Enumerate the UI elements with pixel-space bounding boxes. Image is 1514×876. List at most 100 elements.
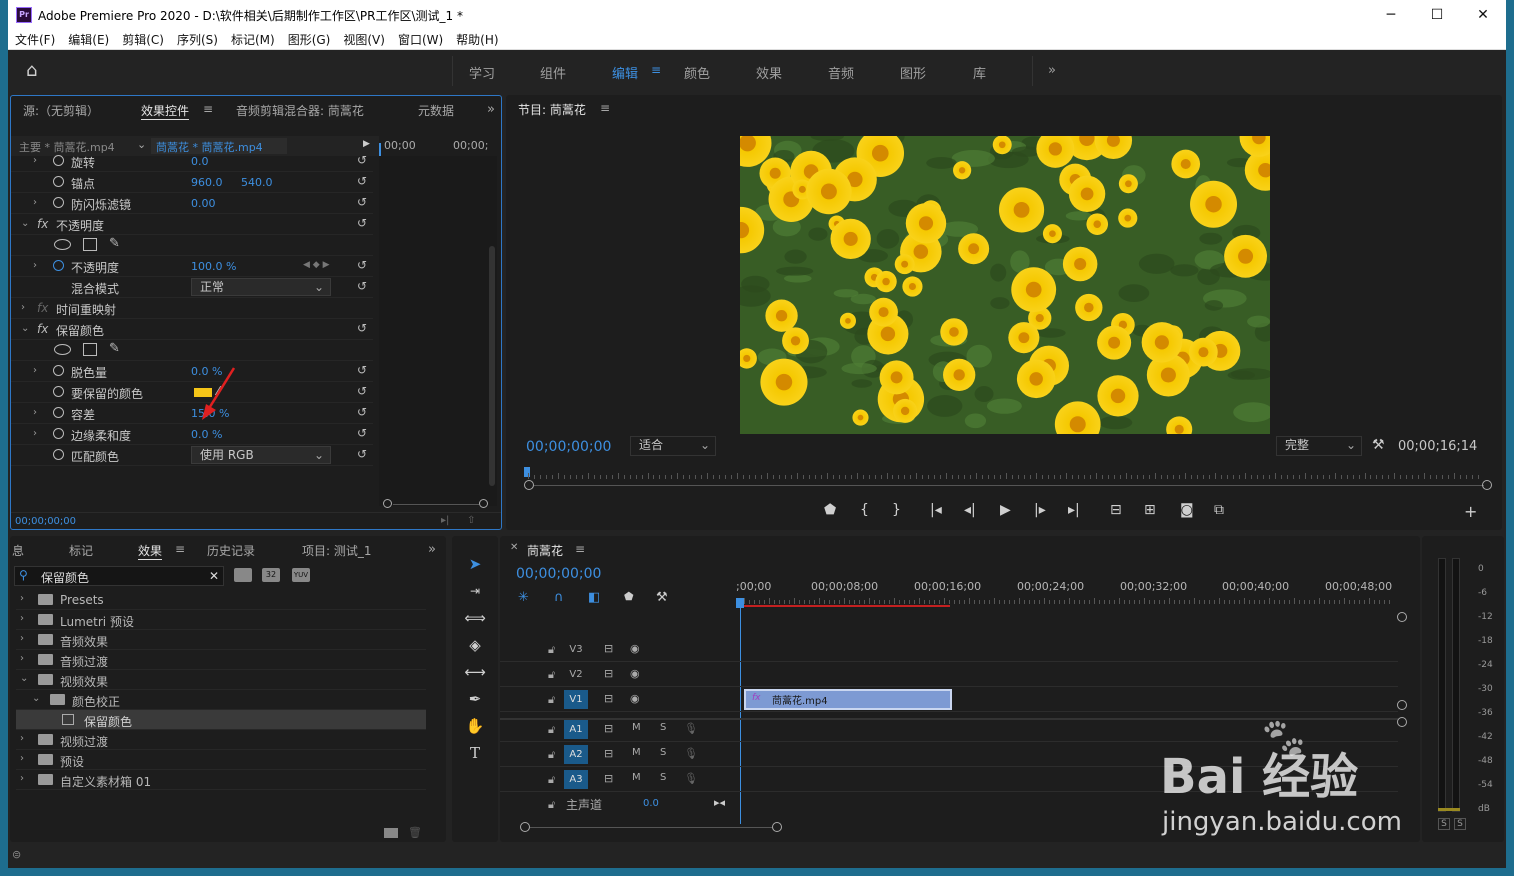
stopwatch-icon[interactable] [53, 386, 64, 397]
workspace-more-icon[interactable]: » [1048, 63, 1056, 78]
chevron-down-icon[interactable]: ⌄ [137, 138, 146, 151]
tab-info[interactable]: 息 [12, 542, 24, 559]
reset-icon[interactable]: ↺ [357, 195, 367, 209]
menu-sequence[interactable]: 序列(S) [177, 30, 218, 50]
reset-icon[interactable]: ↺ [357, 405, 367, 419]
stopwatch-icon[interactable] [53, 407, 64, 418]
reset-icon[interactable]: ↺ [357, 153, 367, 167]
tree-item-leave-color[interactable]: 保留颜色 [16, 710, 426, 730]
tree-item-video-transitions[interactable]: › 视频过渡 [16, 730, 426, 750]
blend-mode-dropdown[interactable]: 正常 ⌄ [191, 278, 331, 296]
32bit-effects-icon[interactable]: 32 [262, 568, 280, 582]
reset-icon[interactable]: ↺ [357, 174, 367, 188]
tab-effect-controls[interactable]: 效果控件 [141, 102, 190, 120]
delete-icon[interactable]: 🗑 [408, 826, 422, 839]
ripple-edit-tool-icon[interactable]: ⟺ [460, 606, 490, 630]
timeline-zoom-bar[interactable] [520, 821, 782, 833]
workspace-libraries[interactable]: 库 [973, 63, 986, 82]
lift-icon[interactable]: ⊟ [1110, 502, 1122, 518]
close-sequence-icon[interactable]: ✕ [510, 542, 518, 553]
workspace-menu-icon[interactable]: ≡ [651, 63, 661, 77]
mute-button[interactable]: M [632, 722, 641, 733]
maximize-button[interactable]: ☐ [1422, 4, 1452, 26]
sequence-tab[interactable]: 茼蒿花 [527, 542, 563, 559]
pen-tool-icon[interactable]: ✒ [460, 687, 490, 711]
effects-search-input[interactable]: ⚲ 保留颜色 ✕ [14, 566, 224, 586]
tab-menu-icon[interactable]: ≡ [175, 542, 185, 556]
sync-lock-icon[interactable]: ⊟ [604, 667, 613, 680]
stopwatch-icon[interactable] [53, 449, 64, 460]
solo-right-button[interactable]: S [1454, 818, 1466, 830]
video-clip[interactable]: fx 茼蒿花.mp4 [744, 689, 952, 710]
eye-icon[interactable]: ◉ [630, 642, 640, 655]
rectangle-mask-icon[interactable] [83, 238, 97, 251]
mark-in-icon[interactable]: { [860, 502, 869, 518]
menu-file[interactable]: 文件(F) [15, 30, 55, 50]
quality-dropdown[interactable]: 完整 ⌄ [1276, 436, 1362, 456]
tab-audio-clip-mixer[interactable]: 音频剪辑混合器: 茼蒿花 [236, 102, 364, 119]
workspace-assembly[interactable]: 组件 [540, 63, 566, 82]
program-menu-icon[interactable]: ≡ [600, 101, 610, 115]
eye-icon[interactable]: ◉ [630, 692, 640, 705]
panel-more-icon[interactable]: » [487, 102, 495, 117]
menu-edit[interactable]: 编辑(E) [68, 30, 109, 50]
tree-item-lumetri-presets[interactable]: › Lumetri 预设 [16, 610, 426, 630]
program-title[interactable]: 节目: 茼蒿花 [518, 101, 586, 118]
v-scroll-handle-mid[interactable] [1397, 700, 1407, 710]
rectangle-mask-icon[interactable] [83, 343, 97, 356]
razor-tool-icon[interactable]: ◈ [460, 633, 490, 657]
effect-leave-color[interactable]: ⌄ fx 保留颜色 ↺ [11, 319, 373, 340]
effect-opacity[interactable]: ⌄ fx 不透明度 ↺ [11, 214, 373, 235]
prev-keyframe-icon[interactable]: ◀ ◆ ▶ [303, 260, 330, 270]
mute-button[interactable]: M [632, 747, 641, 758]
go-to-in-icon[interactable]: |◂ [930, 502, 942, 518]
type-tool-icon[interactable]: T [460, 741, 490, 765]
mute-button[interactable]: M [632, 772, 641, 783]
ec-zoom-bar[interactable] [383, 497, 491, 511]
reset-icon[interactable]: ↺ [357, 258, 367, 272]
microphone-icon[interactable]: 🎙︎ [684, 772, 698, 785]
tab-project[interactable]: 项目: 测试_1 [302, 542, 372, 559]
workspace-graphics[interactable]: 图形 [900, 63, 926, 82]
tree-item-audio-effects[interactable]: › 音频效果 [16, 630, 426, 650]
lock-icon[interactable]: 🔓︎ [548, 723, 555, 737]
extract-icon[interactable]: ⊞ [1144, 502, 1156, 518]
sequence-menu-icon[interactable]: ≡ [575, 542, 585, 556]
tree-item-video-effects[interactable]: ⌄ 视频效果 [16, 670, 426, 690]
stopwatch-icon[interactable] [53, 365, 64, 376]
microphone-icon[interactable]: 🎙︎ [684, 747, 698, 760]
export-icon[interactable]: ⇧ [467, 515, 475, 526]
go-to-end-icon[interactable]: ▸◂ [714, 796, 725, 809]
tab-source[interactable]: 源:（无剪辑） [23, 102, 99, 119]
stopwatch-icon[interactable] [53, 176, 64, 187]
sync-lock-icon[interactable]: ⊟ [604, 642, 613, 655]
reset-icon[interactable]: ↺ [357, 384, 367, 398]
stopwatch-icon[interactable] [53, 428, 64, 439]
menu-view[interactable]: 视图(V) [343, 30, 385, 50]
tab-markers[interactable]: 标记 [69, 542, 93, 559]
track-select-tool-icon[interactable]: ⇥ [460, 579, 490, 603]
play-icon[interactable]: ▶ [1000, 502, 1011, 518]
add-marker-icon[interactable]: ⬟ [624, 590, 634, 603]
microphone-icon[interactable]: 🎙︎ [684, 722, 698, 735]
play-clip-icon[interactable]: ▶ [363, 139, 370, 149]
match-colors-dropdown[interactable]: 使用 RGB ⌄ [191, 446, 331, 464]
hand-tool-icon[interactable]: ✋ [460, 714, 490, 738]
tab-metadata[interactable]: 元数据 [418, 102, 454, 119]
filter-icon[interactable]: ▸| [441, 515, 449, 526]
timeline-ruler[interactable]: ;00;00 00;00;08;00 00;00;16;00 00;00;24;… [736, 580, 1396, 610]
snap-icon[interactable]: ∩ [554, 590, 564, 605]
workspace-color[interactable]: 颜色 [684, 63, 710, 82]
sync-lock-icon[interactable]: ⊟ [604, 747, 613, 760]
solo-button[interactable]: S [660, 722, 666, 733]
workspace-editing[interactable]: 编辑 [612, 63, 638, 82]
mark-out-icon[interactable]: } [892, 502, 901, 518]
step-back-icon[interactable]: ◂| [964, 502, 976, 518]
linked-selection-icon[interactable]: ◧ [588, 590, 600, 605]
tree-item-color-correction[interactable]: ⌄ 颜色校正 [16, 690, 426, 710]
camera-icon[interactable]: ◙ [1180, 502, 1194, 518]
selection-tool-icon[interactable]: ➤ [460, 552, 490, 576]
sync-lock-icon[interactable]: ⊟ [604, 692, 613, 705]
reset-icon[interactable]: ↺ [357, 216, 367, 230]
ec-scrollbar[interactable] [489, 246, 495, 486]
